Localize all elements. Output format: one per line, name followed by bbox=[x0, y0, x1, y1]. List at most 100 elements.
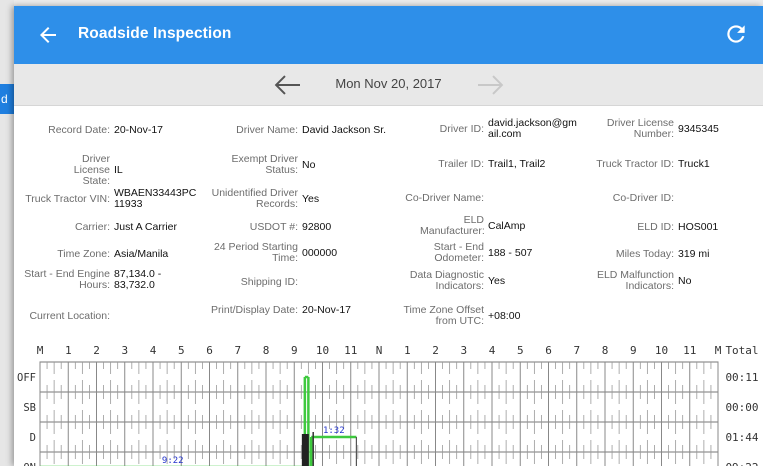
next-day-arrow-icon[interactable] bbox=[476, 73, 506, 97]
event-marker bbox=[301, 434, 309, 466]
exempt-driver-status-field: Exempt Driver Status: No bbox=[194, 154, 315, 176]
background-panel bbox=[0, 0, 14, 466]
driver-license-state-value: IL bbox=[114, 164, 123, 176]
hour-label: 4 bbox=[150, 344, 157, 357]
refresh-icon[interactable] bbox=[723, 21, 749, 47]
status-total-d: 01:44 bbox=[725, 431, 758, 444]
truck-tractor-vin-field: Truck Tractor VIN: WBAEN33443PC11933 bbox=[14, 188, 200, 210]
driver-id-label: Driver ID: bbox=[439, 122, 484, 135]
hour-label: 9 bbox=[291, 344, 298, 357]
driver-license-state-label: Driver License State: bbox=[73, 153, 110, 187]
eld-manufacturer-label: ELD Manufacturer: bbox=[420, 214, 485, 237]
hour-label: 10 bbox=[316, 344, 329, 357]
hour-label: 7 bbox=[573, 344, 580, 357]
miles-today-field: Miles Today: 319 mi bbox=[586, 249, 710, 260]
driver-license-number-value: 9345345 bbox=[678, 122, 719, 135]
total-header: Total bbox=[725, 344, 758, 357]
usdot-value: 92800 bbox=[302, 221, 332, 233]
data-diagnostic-value: Yes bbox=[488, 274, 506, 287]
hour-label: 9 bbox=[630, 344, 637, 357]
co-driver-id-label: Co-Driver ID: bbox=[612, 192, 674, 204]
miles-today-label: Miles Today: bbox=[615, 248, 674, 260]
current-location-field: Current Location: bbox=[14, 311, 114, 322]
eld-malfunction-field: ELD Malfunction Indicators: No bbox=[586, 270, 691, 292]
time-zone-label: Time Zone: bbox=[57, 248, 110, 260]
co-driver-name-field: Co-Driver Name: bbox=[394, 193, 488, 204]
eld-id-value: HOS001 bbox=[678, 221, 719, 233]
engine-hours-value: 87,134.0 - 83,732.0 bbox=[114, 268, 162, 291]
driver-id-field: Driver ID: david.jackson@gmail.com bbox=[394, 118, 580, 140]
tz-offset-field: Time Zone Offset from UTC: +08:00 bbox=[394, 305, 520, 327]
data-diagnostic-field: Data Diagnostic Indicators: Yes bbox=[394, 270, 505, 292]
eld-malfunction-value: No bbox=[678, 274, 692, 287]
hour-label: M bbox=[37, 344, 44, 357]
hour-label: 10 bbox=[655, 344, 668, 357]
driver-license-number-field: Driver License Number: 9345345 bbox=[586, 118, 719, 140]
driver-license-number-label: Driver License Number: bbox=[606, 117, 674, 140]
hour-label: 2 bbox=[432, 344, 439, 357]
current-date: Mon Nov 20, 2017 bbox=[335, 76, 442, 91]
hour-label: M bbox=[715, 344, 722, 357]
hour-label: 5 bbox=[517, 344, 524, 357]
carrier-label: Carrier: bbox=[74, 221, 110, 233]
start-end-odometer-field: Start - End Odometer: 188 - 507 bbox=[394, 241, 533, 264]
app-bar: Roadside Inspection bbox=[14, 6, 763, 64]
eld-manufacturer-field: ELD Manufacturer: CalAmp bbox=[394, 215, 525, 237]
duration-annotation: 1:32 bbox=[323, 426, 345, 436]
eld-manufacturer-value: CalAmp bbox=[488, 219, 526, 232]
status-label-d: D bbox=[30, 432, 36, 444]
unidentified-driver-records-value: Yes bbox=[302, 192, 320, 205]
hour-label: 11 bbox=[344, 344, 357, 357]
date-navigation: Mon Nov 20, 2017 bbox=[14, 64, 763, 106]
roadside-inspection-dialog: Roadside Inspection Mon Nov 20, 2017 Rec… bbox=[14, 6, 763, 466]
driver-name-value: David Jackson Sr. bbox=[302, 124, 387, 136]
co-driver-id-field: Co-Driver ID: bbox=[586, 193, 678, 204]
hour-label: 11 bbox=[683, 344, 696, 357]
truck-tractor-vin-label: Truck Tractor VIN: bbox=[25, 192, 110, 205]
start-end-odometer-label: Start - End Odometer: bbox=[433, 241, 484, 264]
unidentified-driver-records-field: Unidentified Driver Records: Yes bbox=[194, 187, 320, 210]
time-zone-field: Time Zone: Asia/Manila bbox=[14, 249, 168, 260]
status-total-off: 00:11 bbox=[725, 371, 758, 384]
data-diagnostic-label: Data Diagnostic Indicators: bbox=[409, 269, 484, 292]
driver-name-label: Driver Name: bbox=[236, 124, 298, 136]
print-display-date-label: Print/Display Date: bbox=[211, 304, 298, 316]
status-label-off: OFF bbox=[17, 372, 36, 384]
driver-id-value: david.jackson@gmail.com bbox=[488, 117, 577, 140]
hour-label: 1 bbox=[404, 344, 411, 357]
co-driver-name-label: Co-Driver Name: bbox=[405, 192, 484, 204]
shipping-id-field: Shipping ID: bbox=[194, 277, 302, 288]
unidentified-driver-records-label: Unidentified Driver Records: bbox=[211, 187, 298, 210]
back-arrow-icon[interactable] bbox=[36, 23, 60, 47]
usdot-label: USDOT #: bbox=[249, 221, 298, 233]
carrier-field: Carrier: Just A Carrier bbox=[14, 222, 177, 233]
carrier-value: Just A Carrier bbox=[114, 221, 178, 233]
page-title: Roadside Inspection bbox=[78, 25, 232, 42]
shipping-id-label: Shipping ID: bbox=[240, 276, 298, 288]
exempt-driver-status-label: Exempt Driver Status: bbox=[231, 153, 298, 176]
eld-id-label: ELD ID: bbox=[637, 221, 674, 233]
engine-hours-label: Start - End Engine Hours: bbox=[24, 268, 110, 291]
truck-tractor-id-value: Truck1 bbox=[678, 158, 710, 170]
exempt-driver-status-value: No bbox=[302, 158, 316, 171]
hour-label: 3 bbox=[121, 344, 128, 357]
trailer-id-label: Trailer ID: bbox=[438, 158, 484, 170]
background-tab[interactable]: d bbox=[0, 84, 14, 114]
driver-name-field: Driver Name: David Jackson Sr. bbox=[194, 125, 386, 136]
eld-malfunction-label: ELD Malfunction Indicators: bbox=[596, 269, 674, 292]
duration-annotation: 9:22 bbox=[162, 456, 184, 466]
trailer-id-field: Trailer ID: Trail1, Trail2 bbox=[394, 159, 545, 170]
hour-label: N bbox=[376, 344, 383, 357]
current-location-label: Current Location: bbox=[29, 310, 110, 322]
miles-today-value: 319 mi bbox=[678, 248, 710, 260]
driver-license-state-field: Driver License State: IL bbox=[14, 154, 123, 187]
period-start-field: 24 Period Starting Time: 000000 bbox=[194, 242, 337, 264]
tz-offset-label: Time Zone Offset from UTC: bbox=[403, 304, 484, 327]
hour-label: 5 bbox=[178, 344, 185, 357]
hour-label: 6 bbox=[206, 344, 213, 357]
print-display-date-field: Print/Display Date: 20-Nov-17 bbox=[194, 305, 351, 316]
print-display-date-value: 20-Nov-17 bbox=[302, 304, 352, 316]
hour-label: 1 bbox=[65, 344, 72, 357]
hour-label: 8 bbox=[602, 344, 609, 357]
truck-tractor-id-label: Truck Tractor ID: bbox=[596, 158, 674, 170]
